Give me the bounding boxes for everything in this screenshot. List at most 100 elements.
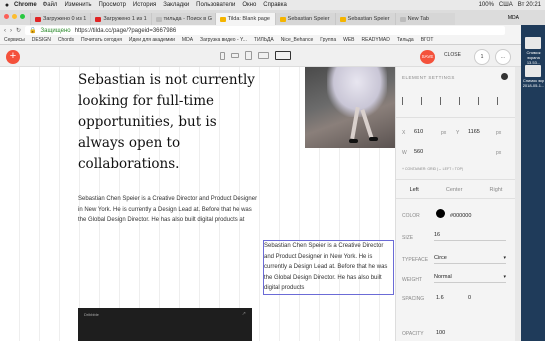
more-button[interactable]: ... xyxy=(495,49,511,65)
tab-label: New Tab xyxy=(407,16,429,22)
browser-tab[interactable]: Загружено 0 из 1 xyxy=(30,13,91,25)
align-middle-icon[interactable] xyxy=(478,97,488,105)
address-bar-row: ‹ › ↻ 🔒 Защищено https://tilda.cc/page/?… xyxy=(0,25,545,36)
menu-users[interactable]: Пользователи xyxy=(196,2,235,8)
menu-file[interactable]: Файл xyxy=(43,2,58,8)
tablet-portrait-icon[interactable] xyxy=(245,51,252,60)
menu-edit[interactable]: Изменить xyxy=(64,2,91,8)
url-field[interactable]: 🔒 Защищено https://tilda.cc/page/?pageid… xyxy=(25,26,505,35)
bookmark-item[interactable]: ТИЛЬДА xyxy=(254,37,274,43)
typeface-select[interactable]: Circe ▾ xyxy=(434,255,506,264)
tab-label: тильда - Поиск в G xyxy=(163,16,212,22)
tab-strip: Загружено 0 из 1 Загружено 1 из 1 тильда… xyxy=(0,10,545,25)
reload-icon[interactable]: ↻ xyxy=(16,27,21,34)
width-field[interactable]: 560 xyxy=(414,149,423,155)
weight-value: Normal xyxy=(434,274,452,280)
headline-text[interactable]: Sebastian is not currently looking for f… xyxy=(78,70,258,175)
browser-tab[interactable]: New Tab xyxy=(394,13,455,25)
mac-menubar: ● Chrome Файл Изменить Просмотр История … xyxy=(0,0,545,10)
menu-help[interactable]: Справка xyxy=(263,2,287,8)
desktop-icon[interactable] xyxy=(275,51,291,60)
tablet-landscape-icon[interactable] xyxy=(258,52,269,59)
align-bottom-icon[interactable] xyxy=(497,97,507,105)
browser-tab-active[interactable]: Tilda: Blank page xyxy=(214,13,275,25)
bookmark-item[interactable]: Тильда xyxy=(397,37,414,43)
add-block-button[interactable]: + xyxy=(6,50,20,64)
bookmark-item[interactable]: Группа xyxy=(320,37,336,43)
bio-paragraph[interactable]: Sebastian Chen Speier is a Creative Dire… xyxy=(78,194,258,226)
profile-name[interactable]: MDA xyxy=(508,15,519,21)
selected-bio-paragraph[interactable]: Sebastian Chen Speier is a Creative Dire… xyxy=(263,240,394,295)
tab-label: Загружено 0 из 1 xyxy=(43,16,87,22)
google-icon xyxy=(155,16,162,22)
save-button[interactable]: SAVE xyxy=(420,50,435,64)
dancer-photo[interactable] xyxy=(305,67,395,148)
bookmark-item[interactable]: Почитать сегодня xyxy=(81,37,122,43)
y-field[interactable]: 1165 xyxy=(468,129,480,135)
bookmark-item[interactable]: READYMAD xyxy=(362,37,390,43)
menu-window[interactable]: Окно xyxy=(242,2,256,8)
bookmark-item[interactable]: DESIGN xyxy=(32,37,51,43)
typeface-label: TYPEFACE xyxy=(402,257,429,263)
browser-tab[interactable]: Sebastian Speier xyxy=(334,13,395,25)
bookmark-item[interactable]: Идеи для академии xyxy=(129,37,175,43)
browser-tab[interactable]: Sebastian Speier xyxy=(274,13,335,25)
letter-spacing-field[interactable]: 0 xyxy=(468,295,471,301)
opacity-label: OPACITY xyxy=(402,331,424,337)
close-button[interactable]: CLOSE xyxy=(444,52,461,58)
dark-image-block[interactable]: Dribbble ↗ xyxy=(78,308,252,341)
bookmark-item[interactable]: MDA xyxy=(182,37,193,43)
battery-status: 100% xyxy=(478,2,494,8)
tab-label: Tilda: Blank page xyxy=(227,16,270,22)
menu-view[interactable]: Просмотр xyxy=(99,2,126,8)
size-label: SIZE xyxy=(402,235,414,241)
screenshot-file-icon[interactable] xyxy=(525,37,541,49)
desktop-file-label: Снимок экрана 13.53... xyxy=(526,50,541,65)
tab-left[interactable]: Left xyxy=(410,187,419,193)
container-setting[interactable]: + CONTAINER: GRID (↔ LEFT ↕ TOP) xyxy=(402,167,463,171)
align-center-h-icon[interactable] xyxy=(421,97,431,105)
url-text: https://tilda.cc/page/?pageid=3667986 xyxy=(74,27,177,34)
tab-label: Загружено 1 из 1 xyxy=(103,16,147,22)
align-right-icon[interactable] xyxy=(440,97,450,105)
bookmark-item[interactable]: Загрузка видео - Y... xyxy=(200,37,247,43)
bookmark-item[interactable]: WEB xyxy=(343,37,354,43)
app-menu[interactable]: Chrome xyxy=(14,2,37,8)
minimize-window-icon[interactable] xyxy=(12,14,17,19)
w-unit: px xyxy=(496,150,502,156)
tab-center[interactable]: Center xyxy=(446,187,463,193)
bookmark-item[interactable]: ВГОТ xyxy=(421,37,434,43)
align-top-icon[interactable] xyxy=(459,97,469,105)
bookmark-item[interactable]: Chords xyxy=(58,37,74,43)
tab-right[interactable]: Right xyxy=(490,187,503,193)
menu-history[interactable]: История xyxy=(133,2,156,8)
panel-close-icon[interactable] xyxy=(501,73,508,80)
zoom-window-icon[interactable] xyxy=(20,14,25,19)
input-language[interactable]: США xyxy=(499,2,513,8)
size-field[interactable]: 16 xyxy=(434,232,506,241)
bookmark-item[interactable]: Сервисы xyxy=(4,37,25,43)
mobile-landscape-icon[interactable] xyxy=(231,53,239,58)
align-left-icon[interactable] xyxy=(402,97,412,105)
browser-tab[interactable]: тильда - Поиск в G xyxy=(150,13,215,25)
back-icon[interactable]: ‹ xyxy=(4,28,6,34)
device-preview-switcher xyxy=(220,51,291,60)
mobile-portrait-icon[interactable] xyxy=(220,51,225,60)
forward-icon[interactable]: › xyxy=(10,28,12,34)
apple-icon[interactable]: ● xyxy=(0,2,14,9)
bookmark-item[interactable]: Nice_Behance xyxy=(281,37,314,43)
weight-select[interactable]: Normal ▾ xyxy=(434,274,506,283)
tab-label: Sebastian Speier xyxy=(287,16,330,22)
opacity-field[interactable]: 100 xyxy=(436,330,445,336)
close-window-icon[interactable] xyxy=(4,14,9,19)
line-height-field[interactable]: 1.6 xyxy=(436,295,444,301)
secure-label: Защищено xyxy=(40,27,71,34)
screenshot-file-icon[interactable] xyxy=(525,65,541,77)
color-field[interactable]: #000000 xyxy=(450,213,471,219)
counter-button[interactable]: 1 xyxy=(474,49,490,65)
menu-bookmarks[interactable]: Закладки xyxy=(163,2,189,8)
browser-tab[interactable]: Загружено 1 из 1 xyxy=(90,13,151,25)
desktop-background: Снимок экрана 13.53... Снимок экр 2018-0… xyxy=(521,25,545,341)
color-swatch[interactable] xyxy=(436,209,445,218)
x-field[interactable]: 610 xyxy=(414,129,423,135)
